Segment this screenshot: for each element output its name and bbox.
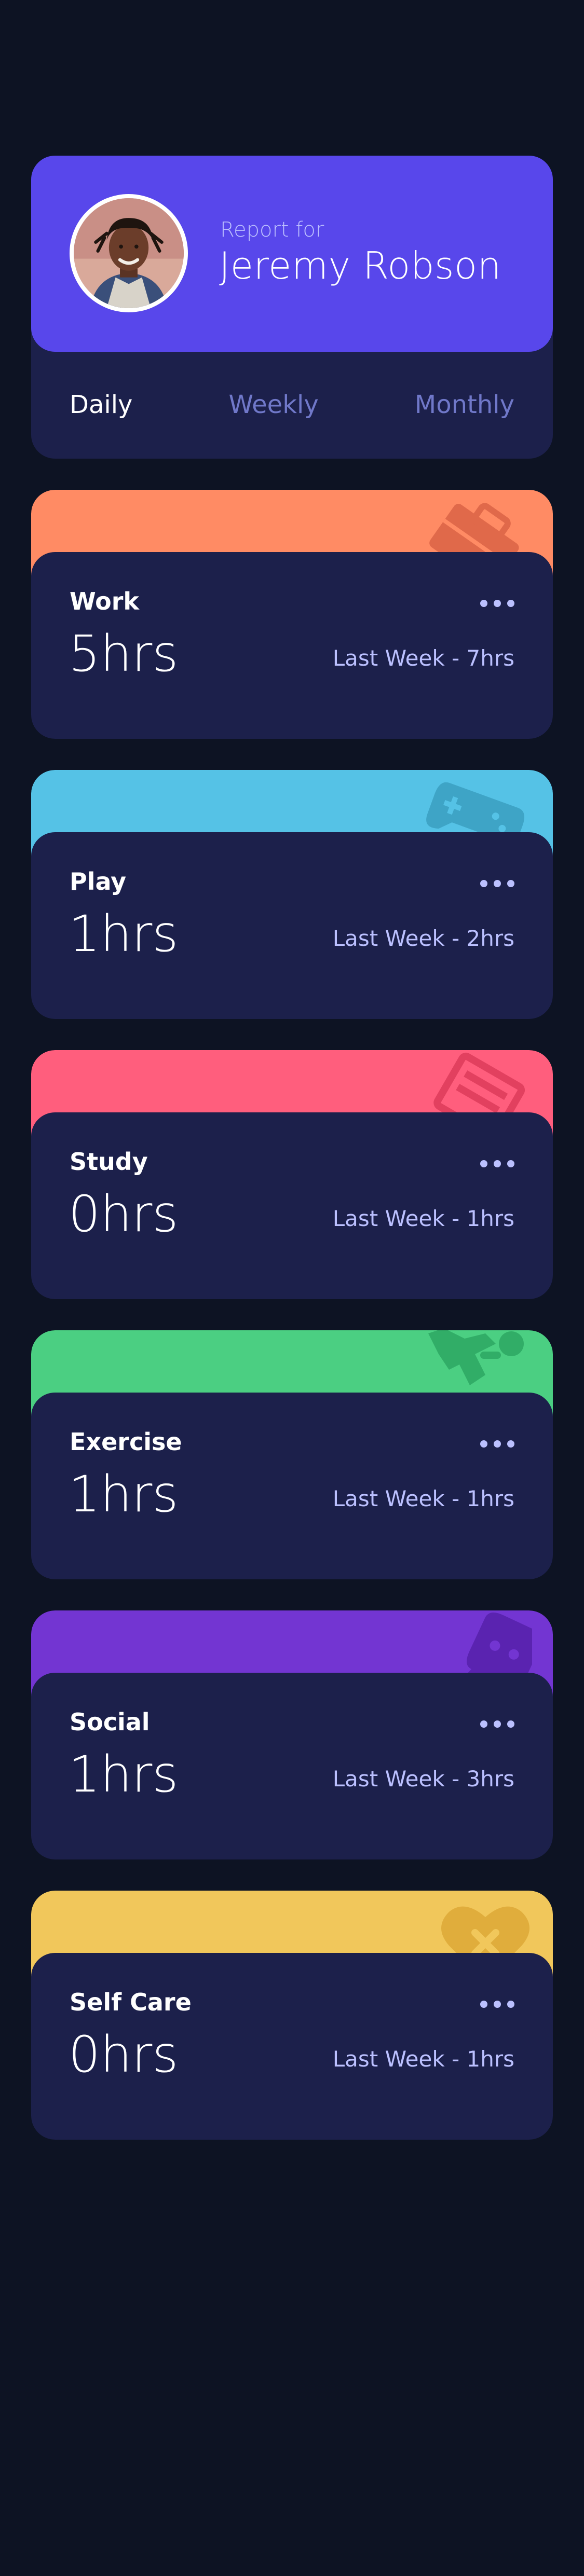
time-tracking-dashboard: Report for Jeremy Robson Daily Weekly Mo… [31, 156, 553, 2140]
activity-card-work: Work 5hrs Last Week - 7hrs [31, 490, 553, 739]
current-hours: 1hrs [69, 1745, 179, 1803]
options-menu-icon[interactable] [480, 880, 514, 887]
options-menu-icon[interactable] [480, 1720, 514, 1728]
activity-card-study: Study 0hrs Last Week - 1hrs [31, 1050, 553, 1299]
avatar [70, 194, 188, 312]
activity-title: Social [70, 1708, 150, 1736]
options-menu-icon[interactable] [480, 1440, 514, 1448]
previous-hours: Last Week - 1hrs [332, 1486, 514, 1511]
period-selector: Daily Weekly Monthly [70, 390, 514, 421]
card-body[interactable]: Work 5hrs Last Week - 7hrs [31, 552, 553, 739]
current-hours: 1hrs [69, 1465, 179, 1523]
current-hours: 1hrs [69, 905, 179, 963]
avatar-image [74, 198, 184, 308]
card-body[interactable]: Play 1hrs Last Week - 2hrs [31, 832, 553, 1019]
card-body[interactable]: Exercise 1hrs Last Week - 1hrs [31, 1393, 553, 1579]
previous-hours: Last Week - 1hrs [332, 2046, 514, 2072]
options-menu-icon[interactable] [480, 1160, 514, 1167]
activity-card-self-care: Self Care 0hrs Last Week - 1hrs [31, 1891, 553, 2140]
current-hours: 0hrs [69, 1185, 179, 1243]
options-menu-icon[interactable] [480, 2001, 514, 2008]
previous-hours: Last Week - 1hrs [332, 1206, 514, 1231]
activity-title: Work [70, 587, 139, 615]
current-hours: 5hrs [69, 625, 179, 683]
activity-card-play: Play 1hrs Last Week - 2hrs [31, 770, 553, 1019]
activity-card-social: Social 1hrs Last Week - 3hrs [31, 1610, 553, 1859]
period-daily[interactable]: Daily [70, 390, 132, 421]
activity-title: Self Care [70, 1988, 192, 2016]
card-body[interactable]: Social 1hrs Last Week - 3hrs [31, 1673, 553, 1859]
period-weekly[interactable]: Weekly [229, 390, 319, 421]
card-body[interactable]: Self Care 0hrs Last Week - 1hrs [31, 1953, 553, 2140]
activity-card-exercise: Exercise 1hrs Last Week - 1hrs [31, 1330, 553, 1579]
profile-header: Report for Jeremy Robson [31, 156, 553, 352]
period-monthly[interactable]: Monthly [415, 390, 514, 421]
card-body[interactable]: Study 0hrs Last Week - 1hrs [31, 1112, 553, 1299]
user-name: Jeremy Robson [219, 244, 501, 287]
previous-hours: Last Week - 2hrs [332, 926, 514, 951]
previous-hours: Last Week - 7hrs [332, 645, 514, 671]
activity-title: Study [70, 1148, 148, 1176]
profile-card: Report for Jeremy Robson Daily Weekly Mo… [31, 156, 553, 459]
activity-title: Exercise [70, 1428, 182, 1456]
report-for-label: Report for [220, 218, 324, 242]
activity-title: Play [70, 867, 127, 896]
previous-hours: Last Week - 3hrs [332, 1766, 514, 1792]
current-hours: 0hrs [69, 2026, 179, 2084]
options-menu-icon[interactable] [480, 600, 514, 607]
